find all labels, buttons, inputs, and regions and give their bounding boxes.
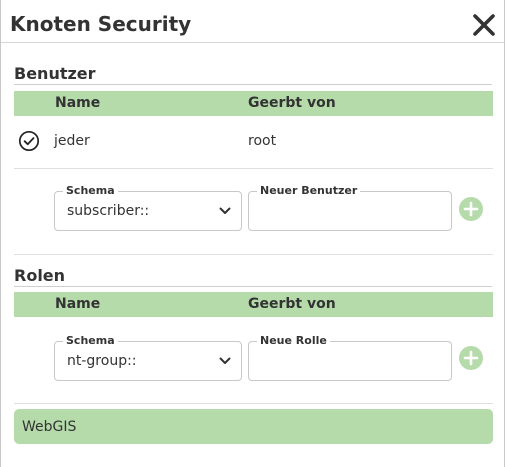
- roles-section-end-divider: [14, 403, 493, 404]
- plus-icon: [463, 201, 479, 217]
- role-schema-select[interactable]: Schema nt-group::: [54, 334, 242, 381]
- user-schema-select[interactable]: Schema subscriber::: [54, 184, 242, 231]
- users-section-end-divider: [14, 254, 493, 255]
- users-section-divider: [14, 84, 492, 85]
- users-section-title: Benutzer: [14, 64, 96, 83]
- new-user-label: Neuer Benutzer: [257, 184, 361, 198]
- users-table-header: Name Geerbt von: [14, 91, 493, 116]
- add-user-button[interactable]: [459, 197, 483, 221]
- group-label: WebGIS: [22, 419, 77, 435]
- roles-section-title: Rolen: [14, 266, 66, 285]
- roles-column-name: Name: [55, 296, 101, 312]
- users-row-divider: [14, 168, 493, 169]
- plus-icon: [463, 350, 479, 366]
- check-circle-icon[interactable]: [18, 130, 40, 152]
- table-row[interactable]: jeder root: [14, 119, 493, 165]
- security-dialog: Knoten Security Benutzer Name Geerbt von…: [0, 0, 505, 467]
- dialog-title: Knoten Security: [10, 12, 192, 36]
- new-role-field[interactable]: Neue Rolle: [248, 334, 452, 381]
- users-column-inherited: Geerbt von: [248, 95, 336, 111]
- roles-section-divider: [14, 286, 492, 287]
- user-schema-label: Schema: [63, 184, 118, 198]
- new-user-field[interactable]: Neuer Benutzer: [248, 184, 452, 231]
- new-user-input[interactable]: [252, 198, 448, 228]
- chevron-down-icon: [219, 357, 231, 364]
- new-role-input[interactable]: [252, 348, 448, 378]
- add-role-button[interactable]: [459, 346, 483, 370]
- close-button[interactable]: [470, 11, 498, 39]
- users-column-name: Name: [55, 95, 101, 111]
- chevron-down-icon: [219, 207, 231, 214]
- user-inherited-cell: root: [248, 133, 277, 149]
- dialog-header: Knoten Security: [1, 0, 504, 43]
- user-schema-value: subscriber::: [67, 203, 150, 219]
- role-schema-label: Schema: [63, 334, 118, 348]
- group-bar-webgis[interactable]: WebGIS: [14, 409, 493, 444]
- user-name-cell: jeder: [54, 133, 90, 149]
- roles-table-header: Name Geerbt von: [14, 292, 493, 317]
- roles-column-inherited: Geerbt von: [248, 296, 336, 312]
- new-role-label: Neue Rolle: [257, 334, 330, 348]
- close-icon: [473, 14, 495, 36]
- role-schema-value: nt-group::: [67, 353, 137, 369]
